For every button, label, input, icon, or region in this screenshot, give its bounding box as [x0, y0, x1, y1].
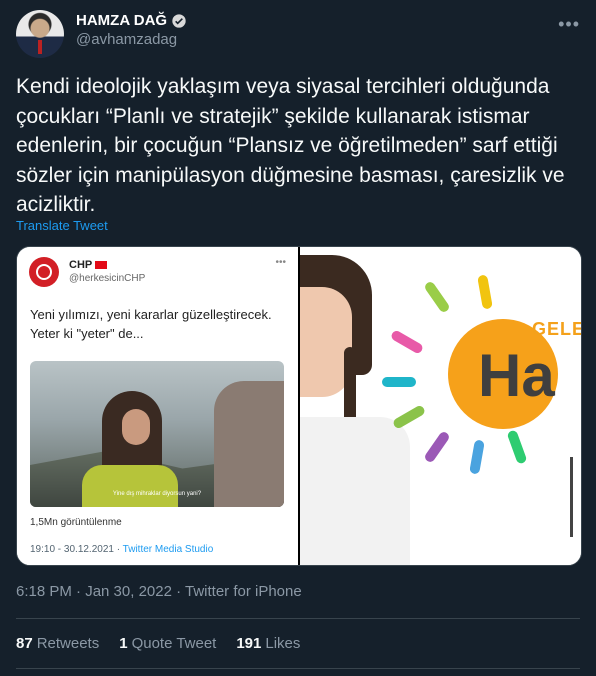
more-options-icon[interactable]: ••• [558, 14, 580, 35]
sun-ray-icon [506, 429, 528, 465]
tweet-media[interactable]: CHP @herkesicinCHP ••• Yeni yılımızı, ye… [16, 246, 582, 566]
verified-badge-icon [172, 13, 186, 28]
tweet-stats: 87 Retweets 1 Quote Tweet 191 Likes [16, 635, 300, 652]
quotes-label: Quote Tweet [131, 635, 217, 652]
avatar[interactable] [16, 10, 64, 58]
embedded-author-name: CHP [69, 259, 108, 271]
image-edge-line [570, 457, 573, 537]
sun-ray-icon [389, 329, 425, 355]
video-girl-face [122, 409, 150, 445]
likes-count: 191 [236, 635, 262, 652]
tweet-timestamp[interactable]: 6:18 PM · Jan 30, 2022 · Twitter for iPh… [16, 583, 302, 600]
chp-logo-icon [29, 257, 59, 287]
likes-label: Likes [265, 635, 301, 652]
logo-text-gele: GELE [532, 319, 581, 339]
sun-ray-icon [382, 377, 416, 387]
video-girl-coat [82, 465, 178, 507]
tweet-header: HAMZA DAĞ @avhamzadag ••• [16, 10, 580, 58]
translate-tweet-link[interactable]: Translate Tweet [16, 218, 108, 233]
video-person [214, 381, 284, 507]
author-block: HAMZA DAĞ @avhamzadag [76, 12, 187, 48]
author-display-name[interactable]: HAMZA DAĞ [76, 12, 167, 29]
sun-ray-icon [423, 430, 451, 464]
sun-ray-icon [469, 439, 485, 475]
embedded-more-icon: ••• [275, 257, 286, 268]
media-image-right[interactable]: GELE Ha [300, 247, 581, 565]
embedded-author-handle: @herkesicinCHP [69, 273, 146, 284]
embedded-text: Yeni yılımızı, yeni kararlar güzelleştir… [30, 307, 272, 341]
author-name[interactable]: HAMZA DAĞ [76, 12, 187, 29]
retweets-stat[interactable]: 87 Retweets [16, 635, 99, 652]
retweets-count: 87 [16, 635, 33, 652]
divider-top [16, 618, 580, 619]
embedded-source: Twitter Media Studio [122, 544, 214, 555]
quotes-count: 1 [119, 635, 128, 652]
turkish-flag-icon [95, 261, 108, 270]
sun-ray-icon [423, 280, 451, 314]
embedded-author-name-text: CHP [69, 259, 93, 271]
retweets-label: Retweets [36, 635, 100, 652]
author-handle[interactable]: @avhamzadag [76, 31, 187, 48]
embedded-time: 19:10 - 30.12.2021 · [30, 544, 123, 555]
tweet-text: Kendi ideolojik yaklaşım veya siyasal te… [16, 75, 565, 216]
sun-ray-icon [391, 404, 427, 430]
embedded-video-thumbnail: Yine dış mihraklar diyorsun yani? [30, 361, 284, 507]
video-subtitle: Yine dış mihraklar diyorsun yani? [112, 491, 202, 497]
logo-text-ha: Ha [478, 342, 555, 409]
likes-stat[interactable]: 191 Likes [236, 635, 300, 652]
quote-tweets-stat[interactable]: 1 Quote Tweet [119, 635, 216, 652]
embedded-meta: 19:10 - 30.12.2021 · Twitter Media Studi… [30, 544, 213, 555]
media-image-left[interactable]: CHP @herkesicinCHP ••• Yeni yılımızı, ye… [17, 247, 298, 565]
sun-ray-icon [477, 274, 493, 310]
embedded-views: 1,5Mn görüntülenme [30, 517, 122, 528]
divider-bottom [16, 668, 580, 669]
girl-shirt [300, 417, 410, 565]
